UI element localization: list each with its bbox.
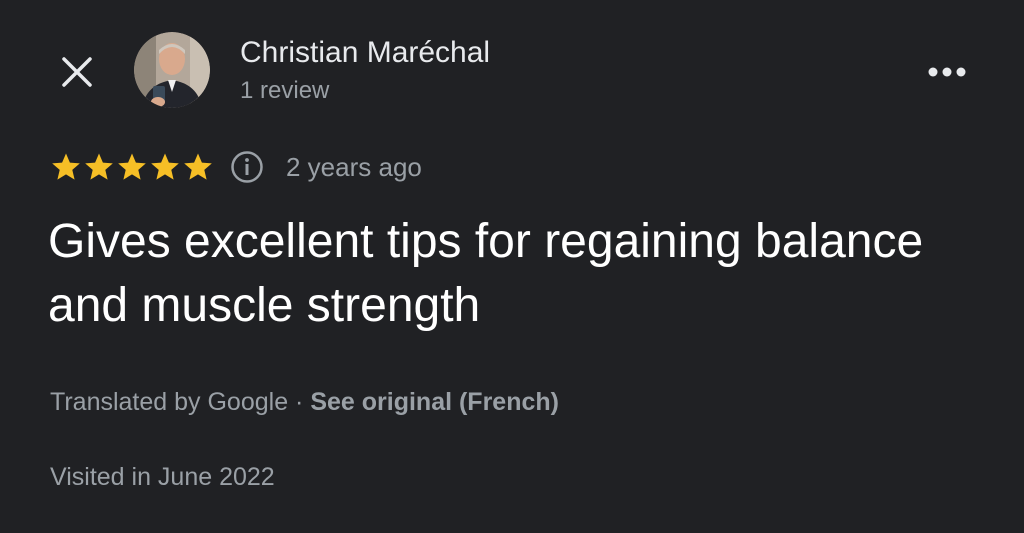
close-button[interactable] bbox=[55, 50, 99, 94]
close-icon bbox=[62, 57, 92, 87]
review-text: Gives excellent tips for regaining balan… bbox=[48, 215, 924, 332]
separator: · bbox=[288, 388, 311, 416]
translated-label: Translated by Google bbox=[50, 388, 289, 416]
star-icon bbox=[52, 153, 80, 180]
translation-notice: Translated by Google · See original (Fre… bbox=[50, 388, 559, 417]
avatar[interactable] bbox=[134, 32, 210, 108]
visit-date: Visited in June 2022 bbox=[50, 463, 275, 491]
review-detail-page: Christian Maréchal 1 review 2 years ago … bbox=[0, 0, 1024, 533]
info-icon[interactable] bbox=[230, 150, 264, 184]
star-icon bbox=[118, 153, 146, 180]
see-original-link[interactable]: See original (French) bbox=[310, 388, 559, 416]
review-count: 1 review bbox=[240, 77, 330, 104]
author-info: Christian Maréchal 1 review bbox=[240, 34, 490, 108]
more-options-button[interactable] bbox=[922, 52, 972, 92]
author-name[interactable]: Christian Maréchal bbox=[240, 34, 490, 72]
star-icon bbox=[184, 153, 212, 180]
profile-photo bbox=[134, 32, 210, 108]
rating-row: 2 years ago bbox=[50, 147, 422, 187]
star-rating bbox=[50, 151, 214, 183]
star-icon bbox=[85, 153, 113, 180]
review-time: 2 years ago bbox=[286, 151, 422, 182]
more-horizontal-icon bbox=[928, 67, 966, 77]
star-icon bbox=[151, 153, 179, 180]
